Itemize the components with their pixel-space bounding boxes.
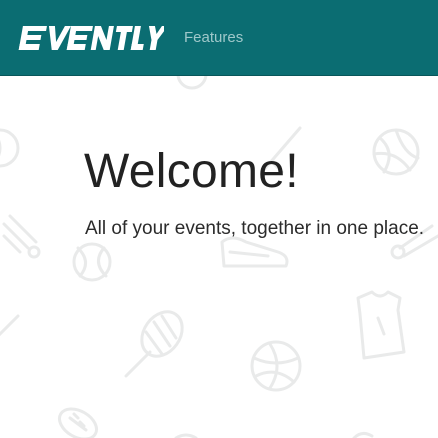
volleyball-icon — [372, 128, 420, 176]
navbar: Features — [0, 0, 438, 76]
american-football-icon — [58, 407, 98, 438]
jersey-icon — [356, 290, 406, 360]
background-pattern — [0, 76, 438, 438]
shuttlecock-icon — [2, 214, 41, 259]
sneaker-icon — [220, 236, 289, 268]
tennis-racket-icon — [124, 310, 184, 378]
brand-logo[interactable] — [14, 20, 164, 60]
page-subtitle: All of your events, together in one plac… — [85, 218, 425, 239]
nav-link-features[interactable]: Features — [184, 29, 243, 47]
ring-icon — [174, 431, 374, 438]
page-title: Welcome! — [84, 145, 299, 198]
basketball-icon — [250, 340, 302, 392]
tennis-ball-icon — [0, 128, 20, 168]
brand-logo-mark — [18, 26, 164, 50]
ring-icon — [176, 76, 208, 90]
tennis-ball-icon — [72, 242, 112, 282]
baseball-bat-icon — [0, 314, 20, 337]
